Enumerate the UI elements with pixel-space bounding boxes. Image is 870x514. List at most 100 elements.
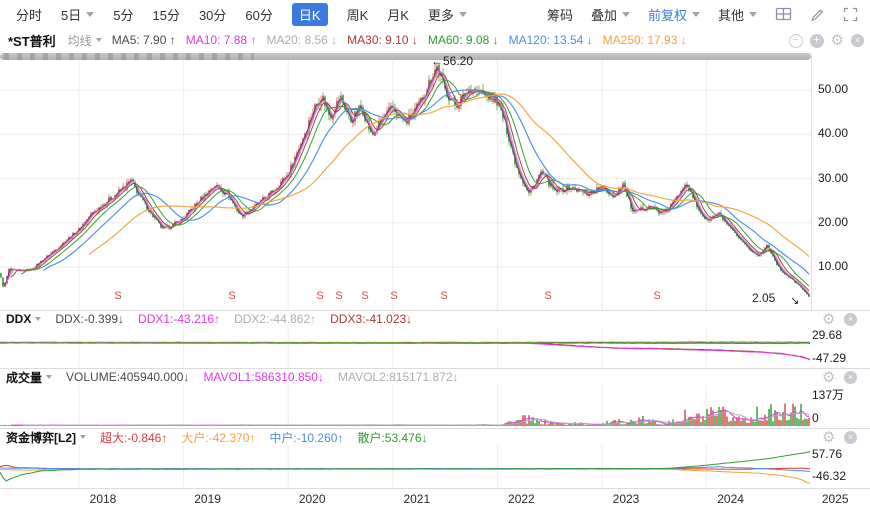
zoom-out-icon[interactable]: −: [789, 34, 803, 48]
ma-selector-label: 均线: [68, 32, 92, 49]
toolbar-action-0[interactable]: 筹码: [547, 5, 573, 24]
indicator-value: DDX:-0.399↓: [55, 312, 124, 326]
indicator-value: MAVOL1:586310.850↓: [203, 370, 324, 384]
ma-legend-item: MA10: 7.88 ↑: [186, 33, 257, 47]
fund-close-icon[interactable]: ×: [844, 431, 857, 444]
indicator-value: DDX3:-41.023↓: [330, 312, 412, 326]
year-label: 2018: [90, 492, 117, 506]
last-price-label: 2.05: [752, 291, 775, 305]
ma-legend-item: MA60: 9.08 ↓: [428, 33, 499, 47]
indicator-value: DDX1:-43.216↑: [138, 312, 220, 326]
toolbar-action-2[interactable]: 前复权: [648, 5, 700, 24]
svg-text:S: S: [335, 290, 342, 302]
period-tab-7[interactable]: 周K: [347, 5, 369, 24]
price-tick-label: 30.00: [818, 171, 848, 185]
toolbar: 分时 5日 5分 15分 30分 60分 日K 周K 月K 更多 筹码叠加 前复权 其他: [0, 0, 870, 29]
fund-panel-title[interactable]: 资金博弈[L2]: [6, 429, 86, 446]
fund-settings-icon[interactable]: ⚙: [822, 430, 835, 445]
arrow-down-right-icon: ↘: [790, 294, 799, 307]
time-axis: 20182019202020212022202320242025: [0, 488, 870, 514]
main-settings-icon[interactable]: ⚙: [831, 33, 844, 48]
period-tab-8[interactable]: 月K: [387, 5, 409, 24]
indicator-value: DDX2:-44.862↑: [234, 312, 316, 326]
period-tab-4[interactable]: 30分: [199, 5, 226, 24]
year-label: 2023: [613, 492, 640, 506]
ma-legend-item: MA250: 17.93 ↓: [603, 33, 687, 47]
fund-panel-header: 资金博弈[L2] 超大:-0.846↑大户:-42.370↑中户:-10.260…: [0, 428, 870, 445]
period-tab-6[interactable]: 日K: [292, 3, 328, 26]
chevron-down-icon: [692, 12, 700, 17]
volume-chart[interactable]: [0, 385, 812, 427]
high-annotation-label: 56.20: [443, 54, 473, 68]
fullscreen-icon[interactable]: [843, 7, 858, 22]
toolbar-right: 筹码叠加 前复权 其他: [547, 5, 870, 24]
zoom-in-icon[interactable]: +: [810, 34, 824, 48]
period-tab-label: 更多: [428, 5, 454, 24]
toolbar-action-label: 前复权: [648, 5, 687, 24]
period-tab-label: 周K: [347, 5, 369, 24]
main-candlestick-chart[interactable]: SSSSSSSSS: [0, 52, 812, 310]
volume-settings-icon[interactable]: ⚙: [822, 370, 835, 385]
svg-text:S: S: [653, 290, 660, 302]
last-price-annotation: 2.05: [752, 291, 775, 305]
ma-legend-item: MA120: 13.54 ↓: [509, 33, 593, 47]
ma-selector[interactable]: 均线: [68, 32, 102, 49]
period-tab-label: 5分: [113, 5, 133, 24]
chart-scrollbar[interactable]: [0, 53, 811, 60]
svg-text:S: S: [361, 290, 368, 302]
price-tick-label: 50.00: [818, 82, 848, 96]
chevron-down-icon: [86, 12, 94, 17]
main-close-icon[interactable]: ×: [851, 34, 864, 47]
period-tab-3[interactable]: 15分: [152, 5, 179, 24]
period-tab-label: 分时: [16, 5, 42, 24]
main-chart-controls: − + ⚙ ×: [789, 33, 864, 48]
svg-text:S: S: [228, 290, 235, 302]
period-tab-2[interactable]: 5分: [113, 5, 133, 24]
period-tab-label: 月K: [387, 5, 409, 24]
svg-text:S: S: [390, 290, 397, 302]
toolbar-action-label: 叠加: [591, 5, 617, 24]
ddx-settings-icon[interactable]: ⚙: [822, 312, 835, 327]
ddx-scale-bottom: -47.29: [812, 351, 846, 365]
fund-scale-top: 57.76: [812, 447, 842, 461]
period-tab-0[interactable]: 分时: [16, 5, 42, 24]
fund-values: 超大:-0.846↑大户:-42.370↑中户:-10.260↑散户:53.47…: [86, 429, 428, 446]
year-label: 2020: [299, 492, 326, 506]
toolbar-action-label: 其他: [718, 5, 744, 24]
high-annotation: ←56.20: [431, 54, 473, 68]
year-label: 2019: [194, 492, 221, 506]
toolbar-action-1[interactable]: 叠加: [591, 5, 630, 24]
volume-panel-header: 成交量 VOLUME:405940.000↓MAVOL1:586310.850↓…: [0, 368, 870, 385]
indicator-value: 大户:-42.370↑: [181, 431, 255, 445]
ma-legend-bar: *ST普利 均线 MA5: 7.90 ↑MA10: 7.88 ↑MA20: 8.…: [0, 28, 870, 52]
arrow-left-icon: ←: [431, 54, 443, 68]
ddx-chart[interactable]: [0, 327, 812, 367]
period-tab-5[interactable]: 60分: [245, 5, 272, 24]
fund-scale-bottom: -46.32: [812, 469, 846, 483]
ddx-values: DDX:-0.399↓ DDX1:-43.216↑ DDX2:-44.862↑ DDX…: [41, 312, 412, 326]
volume-values: VOLUME:405940.000↓MAVOL1:586310.850↓MAVO…: [52, 370, 458, 384]
toolbar-action-label: 筹码: [547, 5, 573, 24]
period-tab-9[interactable]: 更多: [428, 5, 467, 24]
year-label: 2025: [822, 492, 849, 506]
chevron-down-icon: [622, 12, 630, 17]
fund-chart[interactable]: [0, 445, 812, 487]
ddx-close-icon[interactable]: ×: [844, 313, 857, 326]
year-label: 2022: [508, 492, 535, 506]
ma-legend-item: MA20: 8.56 ↓: [266, 33, 337, 47]
period-tab-1[interactable]: 5日: [61, 5, 94, 24]
draw-tool-icon[interactable]: [810, 7, 825, 22]
ddx-panel-header: DDX DDX:-0.399↓ DDX1:-43.216↑ DDX2:-44.862…: [0, 310, 870, 327]
indicator-value: 超大:-0.846↑: [100, 431, 167, 445]
svg-text:S: S: [316, 290, 323, 302]
ma-legend-item: MA5: 7.90 ↑: [112, 33, 176, 47]
volume-panel-title[interactable]: 成交量: [6, 369, 52, 386]
period-tab-label: 30分: [199, 5, 226, 24]
stock-chart-app: 分时5日5分15分30分60分日K周K月K更多 筹码叠加前复权其他 *ST普利 …: [0, 0, 870, 514]
grid-layout-icon[interactable]: [775, 6, 792, 22]
ddx-panel-title[interactable]: DDX: [6, 312, 41, 326]
price-tick-label: 40.00: [818, 126, 848, 140]
price-tick-label: 10.00: [818, 259, 848, 273]
volume-close-icon[interactable]: ×: [844, 371, 857, 384]
toolbar-action-3[interactable]: 其他: [718, 5, 757, 24]
